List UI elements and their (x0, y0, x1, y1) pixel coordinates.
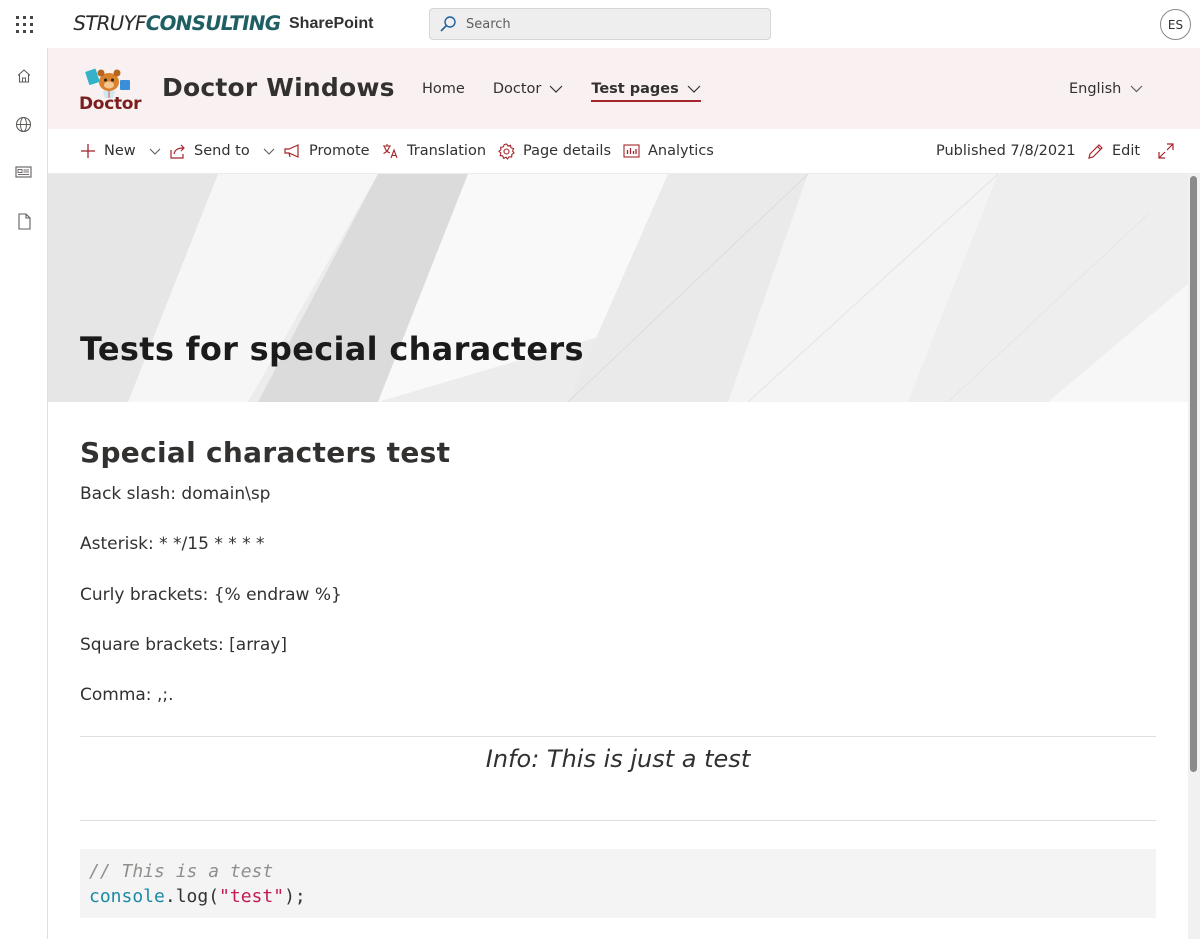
news-icon[interactable] (0, 152, 47, 192)
app-name[interactable]: SharePoint (289, 15, 373, 33)
code-object: console (89, 886, 165, 907)
translation-button[interactable]: Translation (382, 129, 486, 173)
nav-item-label: Doctor (492, 80, 542, 97)
new-button[interactable]: New (80, 129, 161, 173)
code-comment: // This is a test (89, 861, 274, 882)
chevron-down-icon (1130, 85, 1143, 93)
chevron-down-icon (149, 148, 161, 155)
app-launcher-icon[interactable] (0, 0, 48, 48)
expand-icon[interactable] (1158, 129, 1174, 173)
text-line-asterisk: Asterisk: * */15 * * * * (80, 534, 265, 554)
promote-button[interactable]: Promote (284, 129, 370, 173)
chevron-down-icon (687, 85, 701, 93)
section-heading: Special characters test (80, 436, 451, 469)
nav-item-doctor[interactable]: Doctor (493, 48, 564, 129)
text-line-curly-brackets: Curly brackets: {% endraw %} (80, 585, 342, 605)
site-header: Doctor Doctor Windows Home Doctor Test p… (48, 48, 1200, 129)
avatar[interactable]: ES (1160, 9, 1191, 40)
suite-bar: STRUYFCONSULTING SharePoint ES (0, 0, 1200, 48)
code-block: // This is a test console.log("test"); (80, 849, 1156, 918)
nav-item-label: Test pages (591, 80, 679, 97)
page-details-button[interactable]: Page details (498, 129, 611, 173)
pencil-icon (1087, 143, 1104, 160)
brand-logo-part2: CONSULTING (143, 11, 283, 35)
code-method: .log( (164, 886, 220, 907)
page-content: Tests for special characters Special cha… (48, 174, 1200, 939)
promote-button-label: Promote (309, 143, 370, 159)
site-nav: Home Doctor Test pages (422, 48, 729, 129)
site-logo[interactable]: Doctor (79, 62, 142, 114)
site-title[interactable]: Doctor Windows (162, 73, 395, 102)
new-button-label: New (104, 143, 136, 159)
info-callout: Info: This is just a test (485, 745, 751, 773)
edit-button-label: Edit (1112, 143, 1141, 159)
analytics-button[interactable]: Analytics (623, 129, 714, 173)
globe-icon[interactable] (0, 104, 47, 144)
text-line-backslash: Back slash: domain\sp (80, 484, 271, 504)
left-rail (0, 48, 48, 939)
brand-logo-part1: STRUYF (71, 11, 148, 35)
plus-icon (80, 143, 96, 159)
translate-icon (382, 143, 399, 159)
page-title: Tests for special characters (80, 330, 584, 368)
site-logo-text: Doctor (79, 94, 142, 114)
language-selector[interactable]: English (1069, 81, 1143, 97)
analytics-button-label: Analytics (648, 143, 714, 159)
text-line-square-brackets: Square brackets: [array] (80, 635, 287, 655)
language-label: English (1069, 81, 1122, 97)
gear-icon (498, 142, 515, 160)
scrollbar[interactable] (1188, 174, 1200, 939)
chevron-down-icon (263, 148, 275, 155)
divider (80, 820, 1156, 821)
document-icon[interactable] (0, 201, 47, 241)
send-to-button[interactable]: Send to (170, 129, 275, 173)
nav-item-test-pages[interactable]: Test pages (591, 48, 702, 129)
send-to-button-label: Send to (194, 143, 250, 159)
brand-logo[interactable]: STRUYF CONSULTING (71, 11, 283, 37)
code-end: ); (284, 886, 306, 907)
search-box[interactable] (429, 8, 771, 40)
code-string: "test" (219, 886, 285, 907)
scrollbar-thumb[interactable] (1190, 176, 1197, 772)
page-details-button-label: Page details (523, 143, 612, 159)
megaphone-icon (284, 144, 301, 158)
hero-banner: Tests for special characters (48, 174, 1188, 402)
search-input[interactable] (466, 16, 746, 32)
divider (80, 736, 1156, 737)
translation-button-label: Translation (407, 143, 487, 159)
search-icon (430, 9, 466, 39)
published-status: Published 7/8/2021 (936, 143, 1076, 159)
text-line-comma: Comma: ,;. (80, 685, 174, 705)
home-icon[interactable] (0, 56, 47, 96)
analytics-icon (623, 144, 640, 158)
chevron-down-icon (549, 85, 563, 93)
nav-item-label: Home (422, 80, 465, 97)
share-icon (170, 144, 186, 159)
nav-item-home[interactable]: Home (422, 48, 465, 129)
edit-button[interactable]: Edit (1087, 129, 1140, 173)
command-bar: New Send to Promote Translation Page det… (48, 129, 1200, 174)
